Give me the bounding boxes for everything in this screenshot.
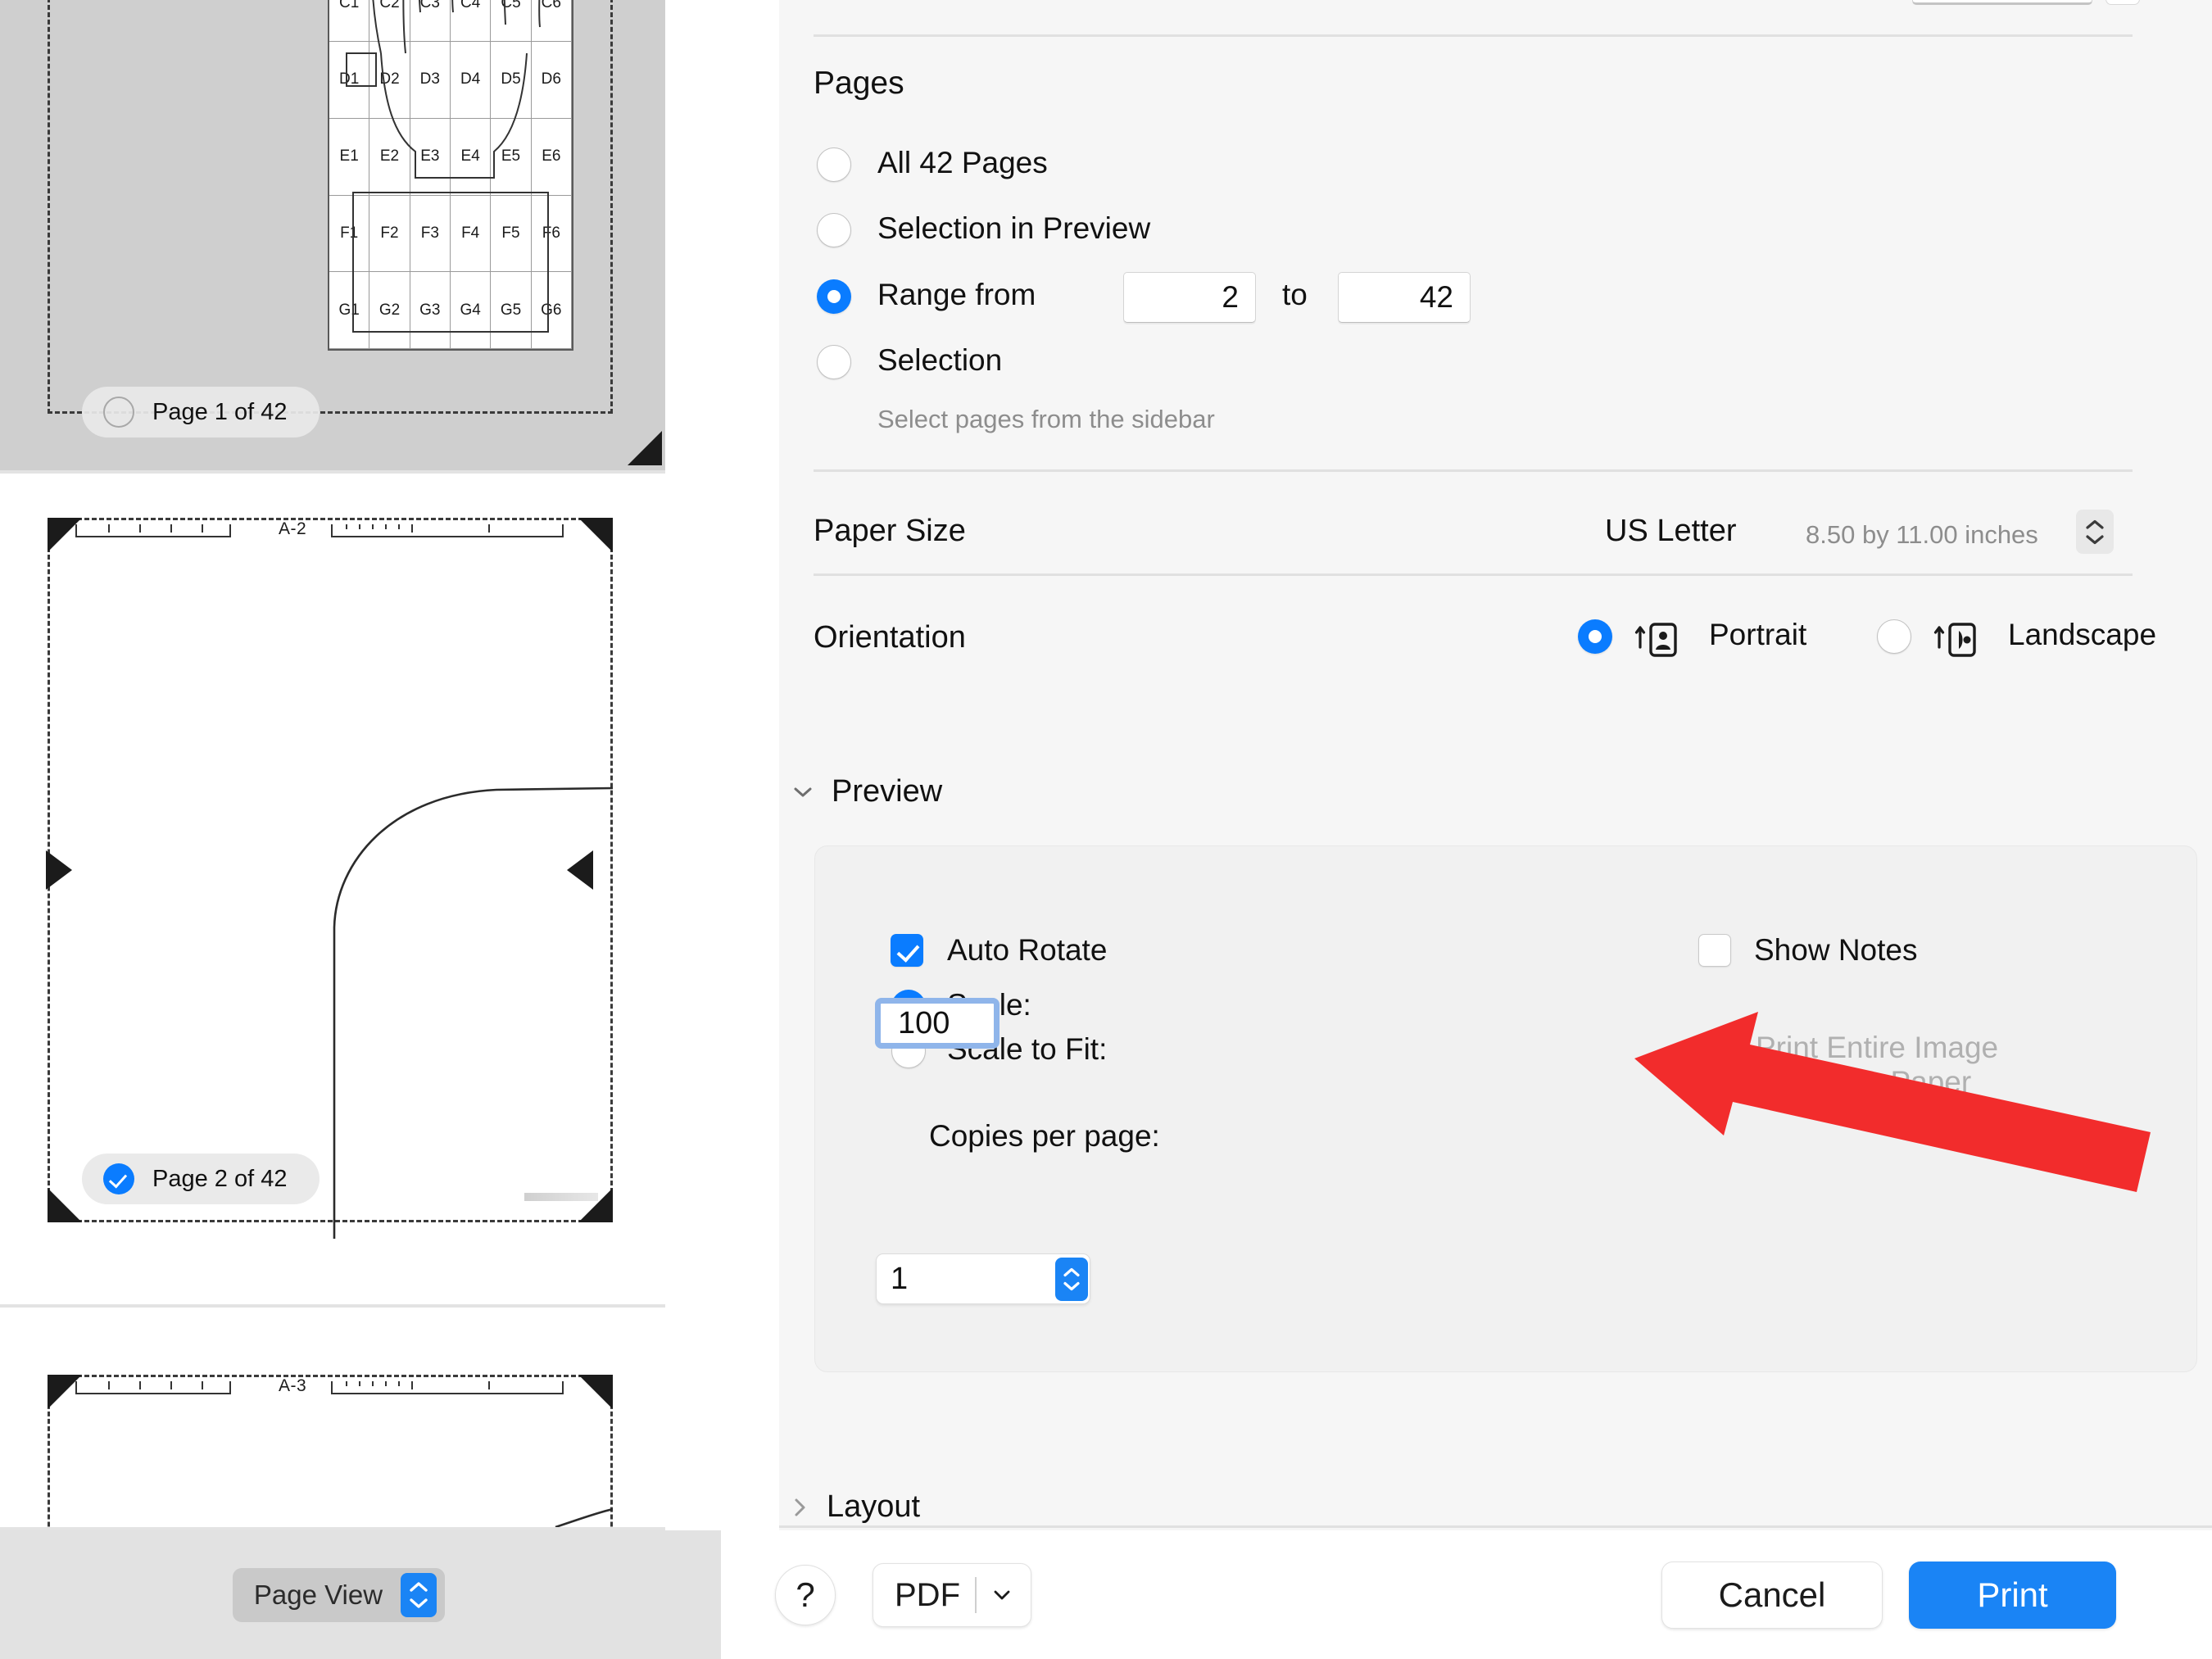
copies-per-page-label: Copies per page: (929, 1119, 1160, 1153)
page-selected-check-icon[interactable] (103, 1163, 134, 1194)
range-to-input[interactable]: 42 (1338, 272, 1471, 323)
cancel-button[interactable]: Cancel (1661, 1562, 1883, 1629)
help-button[interactable]: ? (775, 1565, 836, 1625)
chevron-down-icon (994, 1590, 1009, 1600)
landscape-orientation-icon (1933, 623, 1976, 657)
paper-size-value[interactable]: US Letter (1605, 514, 1737, 549)
divider (814, 469, 2133, 472)
pages-section-title: Pages (814, 66, 904, 101)
radio-fill-entire-paper[interactable] (1700, 1067, 1734, 1101)
checkbox-show-notes[interactable] (1698, 934, 1731, 967)
radio-all-pages[interactable] (817, 147, 851, 182)
list-item[interactable]: A-3 (0, 1311, 665, 1530)
registration-triangle-bottom-right (628, 431, 662, 465)
range-to-label: to (1282, 278, 1308, 311)
radio-print-entire-image[interactable] (1700, 1032, 1734, 1067)
layout-disclosure-header[interactable]: Layout (792, 1489, 920, 1525)
pattern-curve (555, 1507, 613, 1527)
page-badge-label: Page 2 of 42 (152, 1165, 288, 1192)
print-entire-image-label: Print Entire Image (1756, 1031, 1999, 1064)
orientation-landscape-label: Landscape (2008, 618, 2157, 651)
fill-entire-paper-label: Fill Entire Paper (1756, 1065, 1972, 1099)
watermark (524, 1193, 598, 1201)
radio-selection-in-preview-label: Selection in Preview (877, 211, 1151, 245)
paper-size-dimensions: 8.50 by 11.00 inches (1806, 520, 2038, 549)
radio-selection-label: Selection (877, 343, 1003, 377)
page-badge-1[interactable]: Page 1 of 42 (82, 387, 320, 437)
scale-value-text: 100 (898, 1005, 950, 1040)
paper-size-stepper-up-down-icon[interactable] (2076, 510, 2114, 554)
cutoff-text-field[interactable] (1912, 0, 2092, 5)
radio-range-from[interactable] (817, 279, 851, 314)
print-button[interactable]: Print (1909, 1562, 2116, 1629)
radio-all-pages-label: All 42 Pages (877, 146, 1048, 179)
page-thumbnail-sidebar[interactable]: A1A2A3A4A5A6B1B2B3B4B5B6C1C2C3C4C5C6D1D2… (0, 0, 678, 1530)
paper-size-label: Paper Size (814, 514, 966, 548)
orientation-label: Orientation (814, 620, 966, 655)
chevron-down-icon (794, 787, 812, 796)
range-from-input[interactable]: 2 (1123, 272, 1256, 323)
page-view-popup-button[interactable]: Page View (232, 1567, 446, 1622)
copies-per-page-value: 1 (891, 1261, 909, 1296)
preview-section-title: Preview (832, 774, 943, 809)
show-notes-label: Show Notes (1754, 933, 1918, 967)
radio-range-from-label: Range from (877, 278, 1036, 311)
page-badge-label: Page 1 of 42 (152, 398, 288, 425)
page-view-label: Page View (253, 1579, 383, 1610)
pdf-menu-button[interactable]: PDF (873, 1563, 1031, 1627)
radio-orientation-portrait[interactable] (1578, 619, 1612, 654)
dialog-bottom-bar: ? PDF Cancel Print (721, 1530, 2212, 1659)
layout-section-title: Layout (827, 1489, 921, 1524)
sidebar-footer: Page View (0, 1530, 678, 1659)
divider (779, 1525, 2212, 1528)
copies-stepper-up-down-icon[interactable] (1055, 1258, 1088, 1301)
sidebar-bottom-filler (678, 1530, 721, 1659)
list-item[interactable]: A-2 Page 2 of 42 (0, 474, 665, 1308)
page-badge-2[interactable]: Page 2 of 42 (82, 1154, 320, 1204)
selection-hint: Select pages from the sidebar (877, 405, 1215, 433)
orientation-portrait-label: Portrait (1709, 618, 1807, 651)
page-select-circle-icon[interactable] (103, 397, 134, 428)
chevron-right-icon (795, 1498, 805, 1516)
portrait-orientation-icon (1634, 623, 1677, 657)
pattern-curves (346, 0, 549, 333)
preview-disclosure-header[interactable]: Preview (792, 774, 942, 809)
stepper-up-down-icon[interactable] (401, 1572, 437, 1617)
copies-row-cutoff (779, 0, 2212, 7)
cutoff-stepper[interactable] (2105, 0, 2140, 5)
print-dialog: A1A2A3A4A5A6B1B2B3B4B5B6C1C2C3C4C5C6D1D2… (0, 0, 2212, 1659)
pdf-label: PDF (895, 1576, 960, 1613)
radio-selection[interactable] (817, 345, 851, 379)
checkbox-auto-rotate[interactable] (891, 934, 923, 967)
divider (814, 34, 2133, 37)
radio-selection-in-preview[interactable] (817, 213, 851, 247)
list-item[interactable]: A1A2A3A4A5A6B1B2B3B4B5B6C1C2C3C4C5C6D1D2… (0, 0, 665, 474)
pattern-curve (333, 786, 613, 1239)
pdf-separator (975, 1577, 977, 1613)
divider (814, 573, 2133, 576)
radio-orientation-landscape[interactable] (1877, 619, 1911, 654)
auto-rotate-label: Auto Rotate (947, 933, 1108, 967)
